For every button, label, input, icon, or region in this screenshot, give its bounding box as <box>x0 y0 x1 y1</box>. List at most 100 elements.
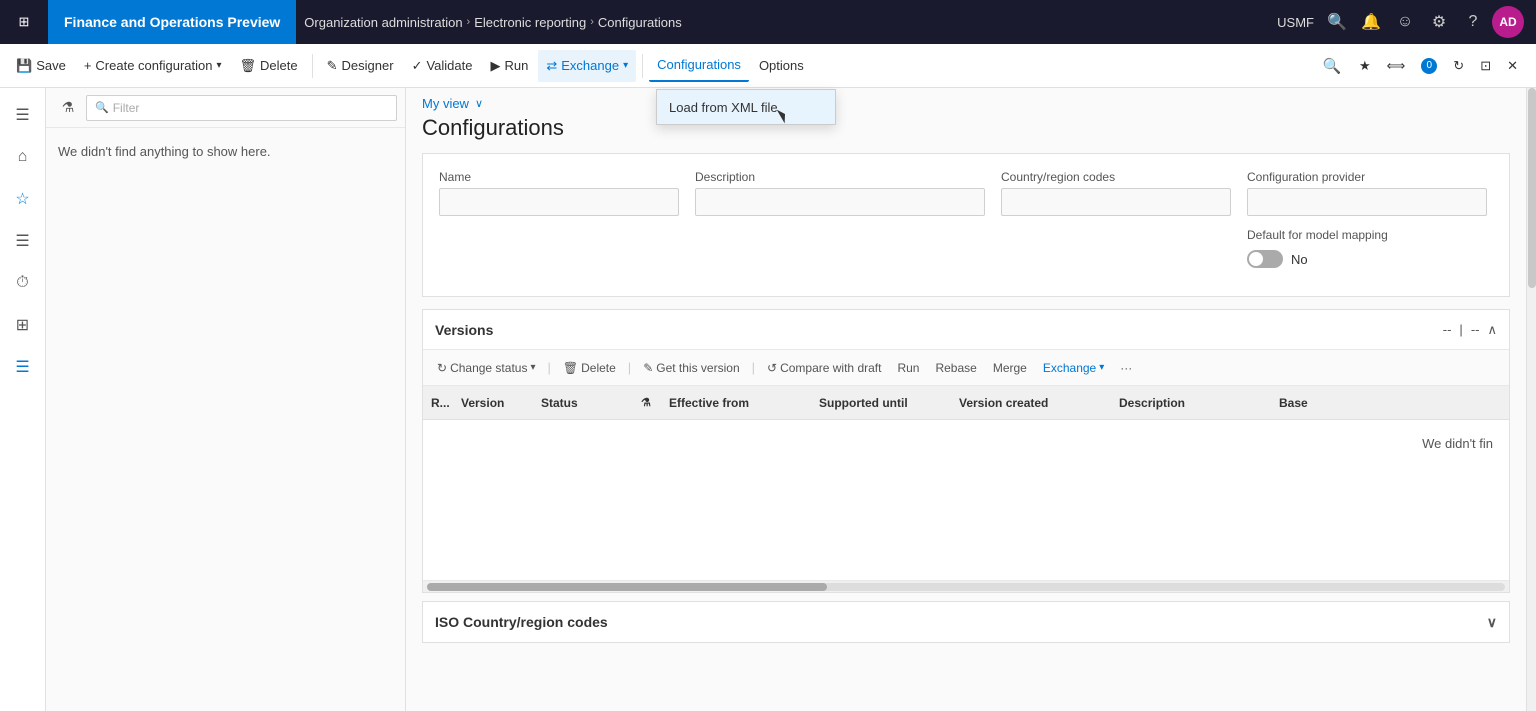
save-icon: 💾 <box>16 58 32 74</box>
col-header-supported[interactable]: Supported until <box>811 396 951 410</box>
configurations-tab[interactable]: Configurations <box>649 50 749 82</box>
default-mapping-toggle[interactable] <box>1247 250 1283 268</box>
versions-dash-1: -- <box>1443 322 1452 337</box>
compare-draft-button[interactable]: ↺ Compare with draft <box>761 355 887 381</box>
col-header-created[interactable]: Version created <box>951 396 1111 410</box>
versions-dash-2: -- <box>1471 322 1480 337</box>
breadcrumb-org-admin[interactable]: Organization administration <box>304 15 462 30</box>
toolbar-separator-2 <box>642 54 643 78</box>
delete-button[interactable]: 🗑 Delete <box>232 50 306 82</box>
name-input[interactable] <box>439 188 679 216</box>
ver-delete-icon: 🗑 <box>563 361 578 375</box>
iso-header[interactable]: ISO Country/region codes ∨ <box>423 602 1509 642</box>
right-scrollbar[interactable] <box>1526 88 1536 711</box>
scrollbar-track[interactable] <box>427 583 1505 591</box>
filter-placeholder: Filter <box>113 101 140 115</box>
col-header-version[interactable]: Version <box>453 396 533 410</box>
versions-header: Versions -- | -- ∧ <box>423 310 1509 350</box>
more-actions-button[interactable]: ··· <box>1114 355 1138 381</box>
versions-header-right: -- | -- ∧ <box>1443 322 1497 338</box>
toolbar-search-button[interactable]: 🔍 <box>1317 51 1347 81</box>
sidebar-recent-icon[interactable]: ☰ <box>4 222 42 260</box>
create-icon: + <box>84 58 92 73</box>
col-header-base[interactable]: Base <box>1271 396 1391 410</box>
get-version-button[interactable]: ✎ Get this version <box>637 355 745 381</box>
col-header-effective[interactable]: Effective from <box>661 396 811 410</box>
validate-button[interactable]: ✓ Validate <box>404 50 481 82</box>
favorites-icon[interactable]: ★ <box>1353 50 1377 82</box>
user-avatar[interactable]: AD <box>1492 6 1524 38</box>
name-field: Name <box>439 170 679 216</box>
app-title: Finance and Operations Preview <box>48 0 296 44</box>
rebase-button[interactable]: Rebase <box>929 355 982 381</box>
versions-title: Versions <box>435 322 493 338</box>
country-input[interactable] <box>1001 188 1231 216</box>
breadcrumb-configurations[interactable]: Configurations <box>598 15 682 30</box>
description-field: Description <box>695 170 985 216</box>
filter-button[interactable]: ⚗ <box>54 94 82 122</box>
view-selector[interactable]: My view <box>422 96 469 111</box>
action-toolbar: 💾 Save + Create configuration ▾ 🗑 Delete… <box>0 44 1536 88</box>
notifications-icon[interactable]: 🔔 <box>1356 7 1386 37</box>
versions-dash-sep: | <box>1459 322 1462 337</box>
help-icon[interactable]: ? <box>1458 7 1488 37</box>
ver-exchange-button[interactable]: Exchange ▾ <box>1037 355 1110 381</box>
badge-icon[interactable]: 0 <box>1415 50 1443 82</box>
global-search-icon[interactable]: 🔍 <box>1322 7 1352 37</box>
form-row-2: Default for model mapping No <box>439 228 1493 268</box>
form-row-1: Name Description Country/region codes Co… <box>439 170 1493 216</box>
change-status-button[interactable]: ↻ Change status ▾ <box>431 355 541 381</box>
sidebar-calendar-icon[interactable]: ⏱ <box>4 264 42 302</box>
sidebar-workspace-icon[interactable]: ⊞ <box>4 306 42 344</box>
sidebar-filter-icon[interactable]: ☆ <box>4 180 42 218</box>
toggle-value: No <box>1291 252 1308 267</box>
versions-collapse-icon[interactable]: ∧ <box>1487 322 1497 338</box>
close-icon[interactable]: ✕ <box>1501 50 1524 82</box>
breadcrumb-sep-1: › <box>467 16 471 28</box>
options-tab[interactable]: Options <box>751 50 812 82</box>
toolbar-separator-1 <box>312 54 313 78</box>
ver-run-button[interactable]: Run <box>891 355 925 381</box>
table-header: R... Version Status ⚗ Effective from <box>423 386 1509 420</box>
form-section: Name Description Country/region codes Co… <box>422 153 1510 297</box>
versions-table: R... Version Status ⚗ Effective from <box>423 386 1509 580</box>
settings-icon[interactable]: ⚙ <box>1424 7 1454 37</box>
filter-search-box[interactable]: 🔍 Filter <box>86 95 397 121</box>
load-from-xml-item[interactable]: Load from XML file <box>657 90 835 124</box>
col-header-description[interactable]: Description <box>1111 396 1271 410</box>
feedback-icon[interactable]: ☺ <box>1390 7 1420 37</box>
compare-icon: ↺ <box>767 361 777 375</box>
table-body: We didn't fin <box>423 420 1509 580</box>
create-config-button[interactable]: + Create configuration ▾ <box>76 50 230 82</box>
scrollbar-thumb[interactable] <box>427 583 827 591</box>
ver-delete-button[interactable]: 🗑 Delete <box>557 355 622 381</box>
apps-button[interactable]: ⊞ <box>0 0 48 44</box>
personalize-icon[interactable]: ⟺ <box>1381 50 1412 82</box>
iso-collapse-icon[interactable]: ∨ <box>1487 614 1497 631</box>
merge-button[interactable]: Merge <box>987 355 1033 381</box>
sidebar-list-icon[interactable]: ☰ <box>4 348 42 386</box>
description-input[interactable] <box>695 188 985 216</box>
sidebar-menu-icon[interactable]: ☰ <box>4 96 42 134</box>
col-header-filter[interactable]: ⚗ <box>633 396 661 409</box>
search-icon: 🔍 <box>95 101 109 114</box>
provider-input[interactable] <box>1247 188 1487 216</box>
scrollbar-v-track[interactable] <box>1527 88 1536 711</box>
left-panel: ⚗ 🔍 Filter We didn't find anything to sh… <box>46 88 406 711</box>
breadcrumb: Organization administration › Electronic… <box>296 15 1265 30</box>
save-button[interactable]: 💾 Save <box>8 50 74 82</box>
create-chevron-icon: ▾ <box>217 60 222 71</box>
exchange-button[interactable]: ⇄ Exchange ▾ <box>538 50 636 82</box>
horizontal-scrollbar[interactable] <box>423 580 1509 592</box>
refresh-icon[interactable]: ↻ <box>1447 50 1470 82</box>
breadcrumb-electronic-reporting[interactable]: Electronic reporting <box>474 15 586 30</box>
view-chevron-icon[interactable]: ∨ <box>475 97 483 110</box>
designer-button[interactable]: ✎ Designer <box>319 50 402 82</box>
change-status-chevron: ▾ <box>530 362 535 373</box>
run-button[interactable]: ▶ Run <box>482 50 536 82</box>
scrollbar-v-thumb[interactable] <box>1528 88 1536 288</box>
col-header-status[interactable]: Status <box>533 396 633 410</box>
main-layout: ☰ ⌂ ☆ ☰ ⏱ ⊞ ☰ ⚗ 🔍 Filter We didn't find … <box>0 88 1536 711</box>
open-new-icon[interactable]: ⊡ <box>1474 50 1497 82</box>
sidebar-home-icon[interactable]: ⌂ <box>4 138 42 176</box>
